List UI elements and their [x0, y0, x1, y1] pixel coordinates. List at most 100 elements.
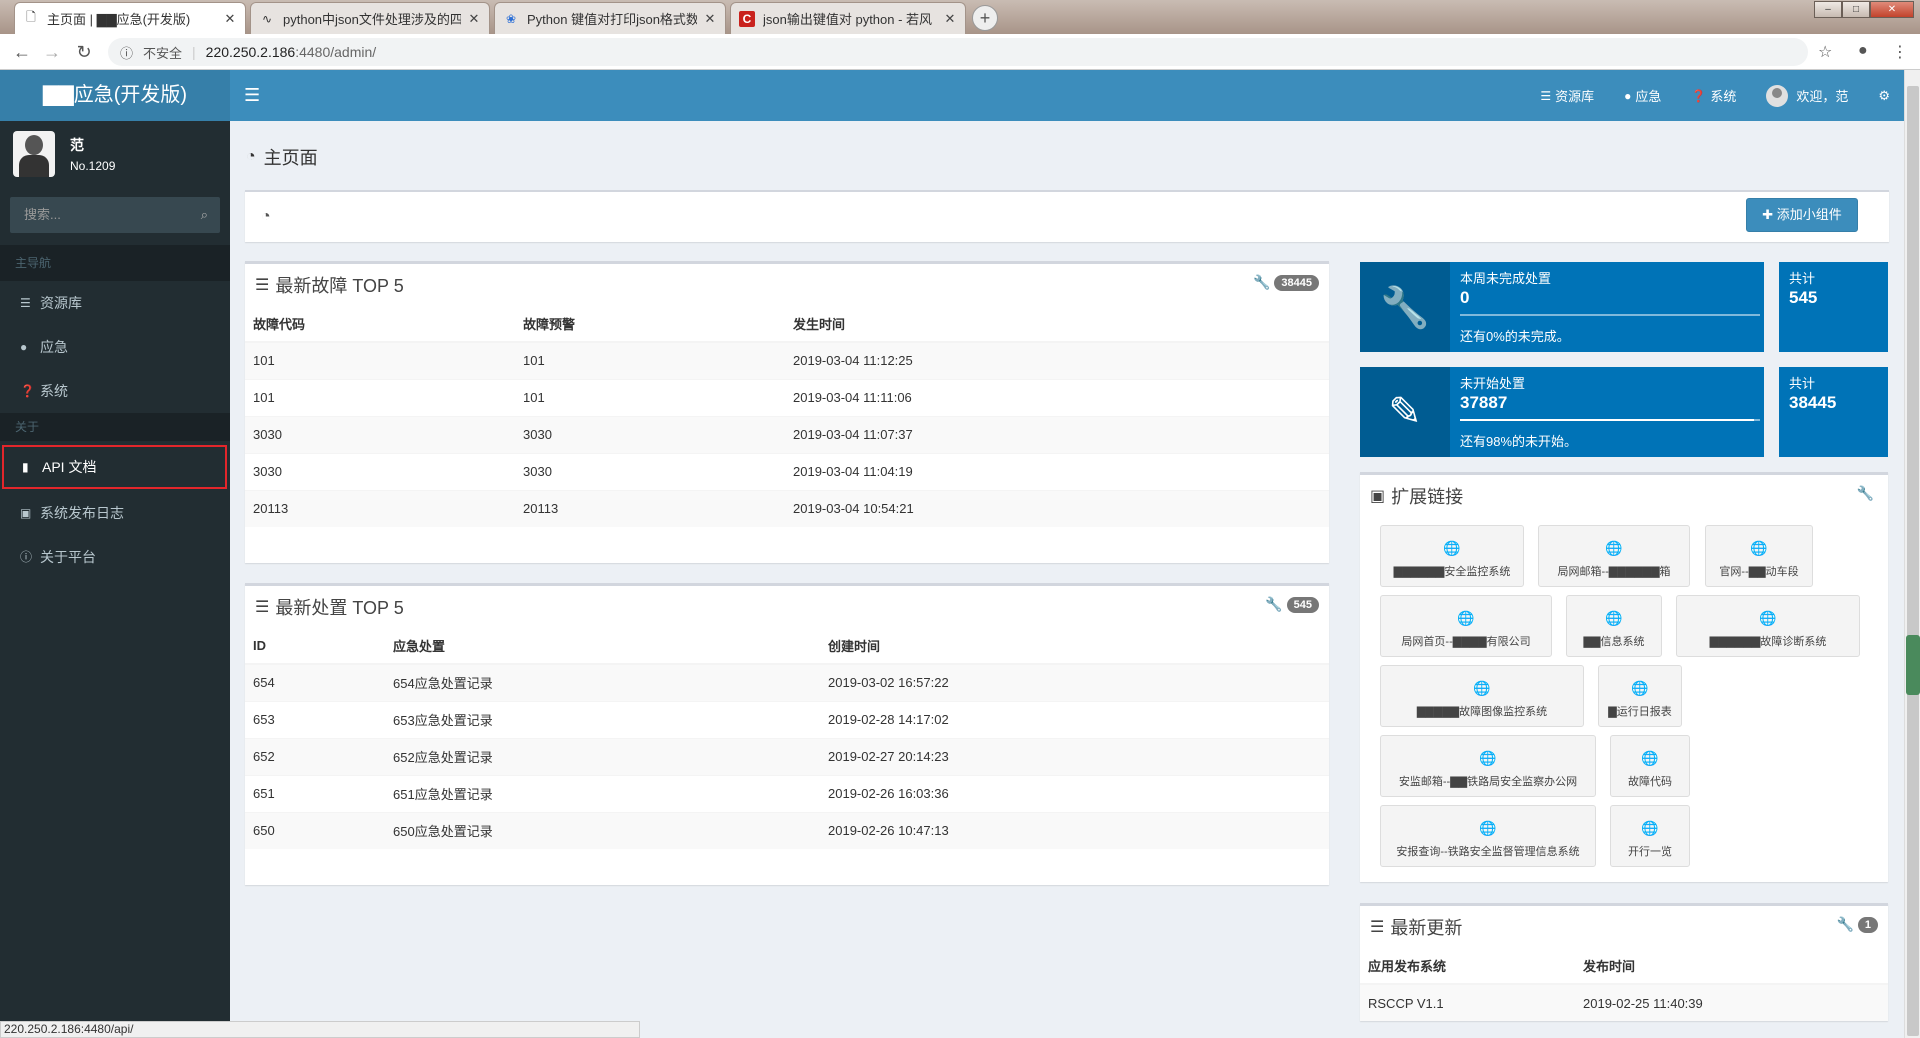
main-nav-header: 主导航 — [0, 245, 230, 281]
sidebar-item-resources[interactable]: ☰ 资源库 — [0, 281, 230, 325]
forward-icon[interactable]: → — [42, 42, 62, 62]
user-icon: ● — [1624, 88, 1632, 103]
sidebar-item-about[interactable]: ⓘ 关于平台 — [0, 535, 230, 579]
table-cell: 101 — [515, 341, 785, 379]
total-label: 共计 — [1789, 271, 1816, 286]
avatar — [1766, 84, 1789, 107]
gift-icon: ▣ — [20, 506, 32, 520]
ext-link-4[interactable]: 🌐 ▇▇信息系统 — [1566, 595, 1662, 657]
column-header: 发布时间 — [1575, 948, 1888, 985]
updates-table: 应用发布系统 发布时间 RSCCP V1.1 2019-02-25 11:40:3… — [1360, 948, 1888, 1021]
ext-link-3[interactable]: 🌐 局网首页--▇▇▇▇有限公司 — [1380, 595, 1552, 657]
faults-box: ☰ 最新故障 TOP 5 🔧 38445 故障代码 故障预警 发生时间 101 101… — [245, 261, 1329, 563]
reload-icon[interactable]: ↻ — [74, 42, 94, 62]
column-header: 应急处置 — [385, 628, 820, 665]
cogs-icon[interactable]: ⚙ — [1878, 88, 1890, 104]
faults-title: 最新故障 TOP 5 — [275, 276, 404, 296]
minimize-icon[interactable]: – — [1814, 1, 1842, 18]
table-cell: 650 — [245, 811, 385, 849]
ext-link-label: 安报查询--铁路安全监督管理信息系统 — [1396, 846, 1580, 858]
table-cell: 101 — [245, 341, 515, 379]
scrollbar-thumb[interactable] — [1907, 86, 1919, 1036]
account-icon[interactable]: ● — [1858, 42, 1868, 60]
user-menu[interactable]: 欢迎，范 — [1766, 84, 1849, 107]
sidebar-item-release-log[interactable]: ▣ 系统发布日志 — [0, 491, 230, 535]
ext-link-2[interactable]: 🌐 官网--▇▇动车段 — [1705, 525, 1813, 587]
database-icon: ☰ — [1540, 88, 1552, 103]
table-cell: 2019-03-04 11:11:06 — [785, 378, 1329, 416]
ext-link-8[interactable]: 🌐 安监邮箱--▇▇铁路局安全监察办公网 — [1380, 735, 1596, 797]
browser-tab-1[interactable]: ∿ python中json文件处理涉及的四 ✕ — [250, 2, 490, 34]
globe-icon: 🌐 — [1631, 680, 1649, 696]
table-cell: 651应急处置记录 — [385, 774, 820, 812]
table-cell: 3030 — [515, 415, 785, 453]
sidebar-item-system[interactable]: ❓ 系统 — [0, 369, 230, 413]
wrench-icon[interactable]: 🔧 — [1265, 596, 1282, 613]
table-row: 20113 20113 2019-03-04 10:54:21 — [245, 489, 1329, 527]
ext-link-11[interactable]: 🌐 开行一览 — [1610, 805, 1690, 867]
count-badge: 1 — [1857, 916, 1878, 933]
wrench-icon[interactable]: 🔧 — [1836, 916, 1853, 933]
close-icon[interactable]: ✕ — [467, 11, 481, 27]
topnav-system[interactable]: ❓ 系统 — [1691, 86, 1736, 105]
ext-link-0[interactable]: 🌐 ▇▇▇▇▇▇安全监控系统 — [1380, 525, 1524, 587]
browser-tab-0[interactable]: 🗋 主页面 | ▇▇应急(开发版) ✕ — [14, 2, 246, 34]
globe-icon: 🌐 — [1641, 750, 1659, 766]
ext-link-label: 局网邮箱--▇▇▇▇▇▇箱 — [1557, 566, 1671, 578]
welcome-text: 欢迎，范 — [1796, 89, 1849, 104]
topnav-resources[interactable]: ☰ 资源库 — [1540, 86, 1594, 105]
close-icon[interactable]: ✕ — [703, 11, 717, 27]
database-icon: ☰ — [20, 296, 31, 310]
column-header: 故障代码 — [245, 306, 515, 343]
sidebar-item-emergency[interactable]: ● 应急 — [0, 325, 230, 369]
ext-link-7[interactable]: 🌐 ▇运行日报表 — [1598, 665, 1682, 727]
window-controls: – □ ✕ — [1814, 1, 1914, 18]
globe-icon: 🌐 — [1641, 820, 1659, 836]
avatar — [13, 131, 55, 177]
sidebar-item-api-docs[interactable]: ▮ API 文档 — [2, 445, 227, 489]
box-tools: 🔧 — [1857, 485, 1878, 502]
url-input[interactable]: ⓘ 不安全 | 220.250.2.186:4480/admin/ — [108, 38, 1808, 66]
table-cell: 2019-03-04 11:07:37 — [785, 415, 1329, 453]
wrench-icon[interactable]: 🔧 — [1857, 485, 1874, 502]
list-icon: ☰ — [1370, 919, 1385, 936]
star-icon[interactable]: ☆ — [1818, 42, 1832, 62]
dashboard-toolbar: ◔ — [245, 190, 1889, 242]
app-logo[interactable]: ▇▇应急(开发版) — [0, 70, 230, 121]
handling-table: ID 应急处置 创建时间 654 654应急处置记录 2019-03-02 16:5… — [245, 628, 1329, 849]
info-icon[interactable]: ⓘ — [120, 43, 133, 62]
info-value: 37887 — [1460, 393, 1508, 412]
browser-tab-2[interactable]: ❀ Python 键值对打印json格式数据 ✕ — [494, 2, 726, 34]
sidebar-toggle-icon[interactable]: ☰ — [244, 85, 260, 106]
ext-link-5[interactable]: 🌐 ▇▇▇▇▇▇故障诊断系统 — [1676, 595, 1860, 657]
search-icon[interactable]: ⌕ — [201, 197, 208, 233]
table-cell: 20113 — [515, 489, 785, 527]
url-path: :4480/admin/ — [295, 44, 377, 60]
ext-link-9[interactable]: 🌐 故障代码 — [1610, 735, 1690, 797]
topnav-emergency[interactable]: ● 应急 — [1624, 86, 1661, 105]
close-icon[interactable]: ✕ — [223, 11, 237, 27]
menu-icon[interactable]: ⋮ — [1892, 42, 1908, 62]
sidebar-item-label: 系统发布日志 — [40, 505, 124, 521]
back-icon[interactable]: ← — [12, 42, 32, 62]
ext-link-1[interactable]: 🌐 局网邮箱--▇▇▇▇▇▇箱 — [1538, 525, 1690, 587]
page-scrollbar[interactable] — [1904, 70, 1920, 1038]
box-tools: 🔧 545 — [1265, 596, 1319, 613]
handling-title: 最新处置 TOP 5 — [275, 598, 404, 618]
close-icon[interactable]: ✕ — [943, 11, 957, 27]
close-window-icon[interactable]: ✕ — [1870, 1, 1914, 18]
new-tab-button[interactable]: + — [972, 5, 998, 31]
add-widget-button[interactable]: ✚ 添加小组件 — [1746, 198, 1858, 232]
ext-link-10[interactable]: 🌐 安报查询--铁路安全监督管理信息系统 — [1380, 805, 1596, 867]
topnav-label: 应急 — [1635, 89, 1662, 104]
maximize-icon[interactable]: □ — [1842, 1, 1870, 18]
search-input[interactable]: 搜索... ⌕ — [10, 197, 220, 233]
box-title: ☰ 最新处置 TOP 5 — [255, 594, 404, 620]
ext-link-6[interactable]: 🌐 ▇▇▇▇▇故障图像监控系统 — [1380, 665, 1584, 727]
table-row: 3030 3030 2019-03-04 11:07:37 — [245, 415, 1329, 453]
wrench-icon[interactable]: 🔧 — [1253, 274, 1270, 291]
sidebar-item-label: 应急 — [40, 339, 68, 355]
list-icon: ☰ — [255, 277, 270, 294]
csdn-icon: C — [739, 10, 755, 27]
browser-tab-3[interactable]: C json输出键值对 python - 若风 ✕ — [730, 2, 966, 34]
